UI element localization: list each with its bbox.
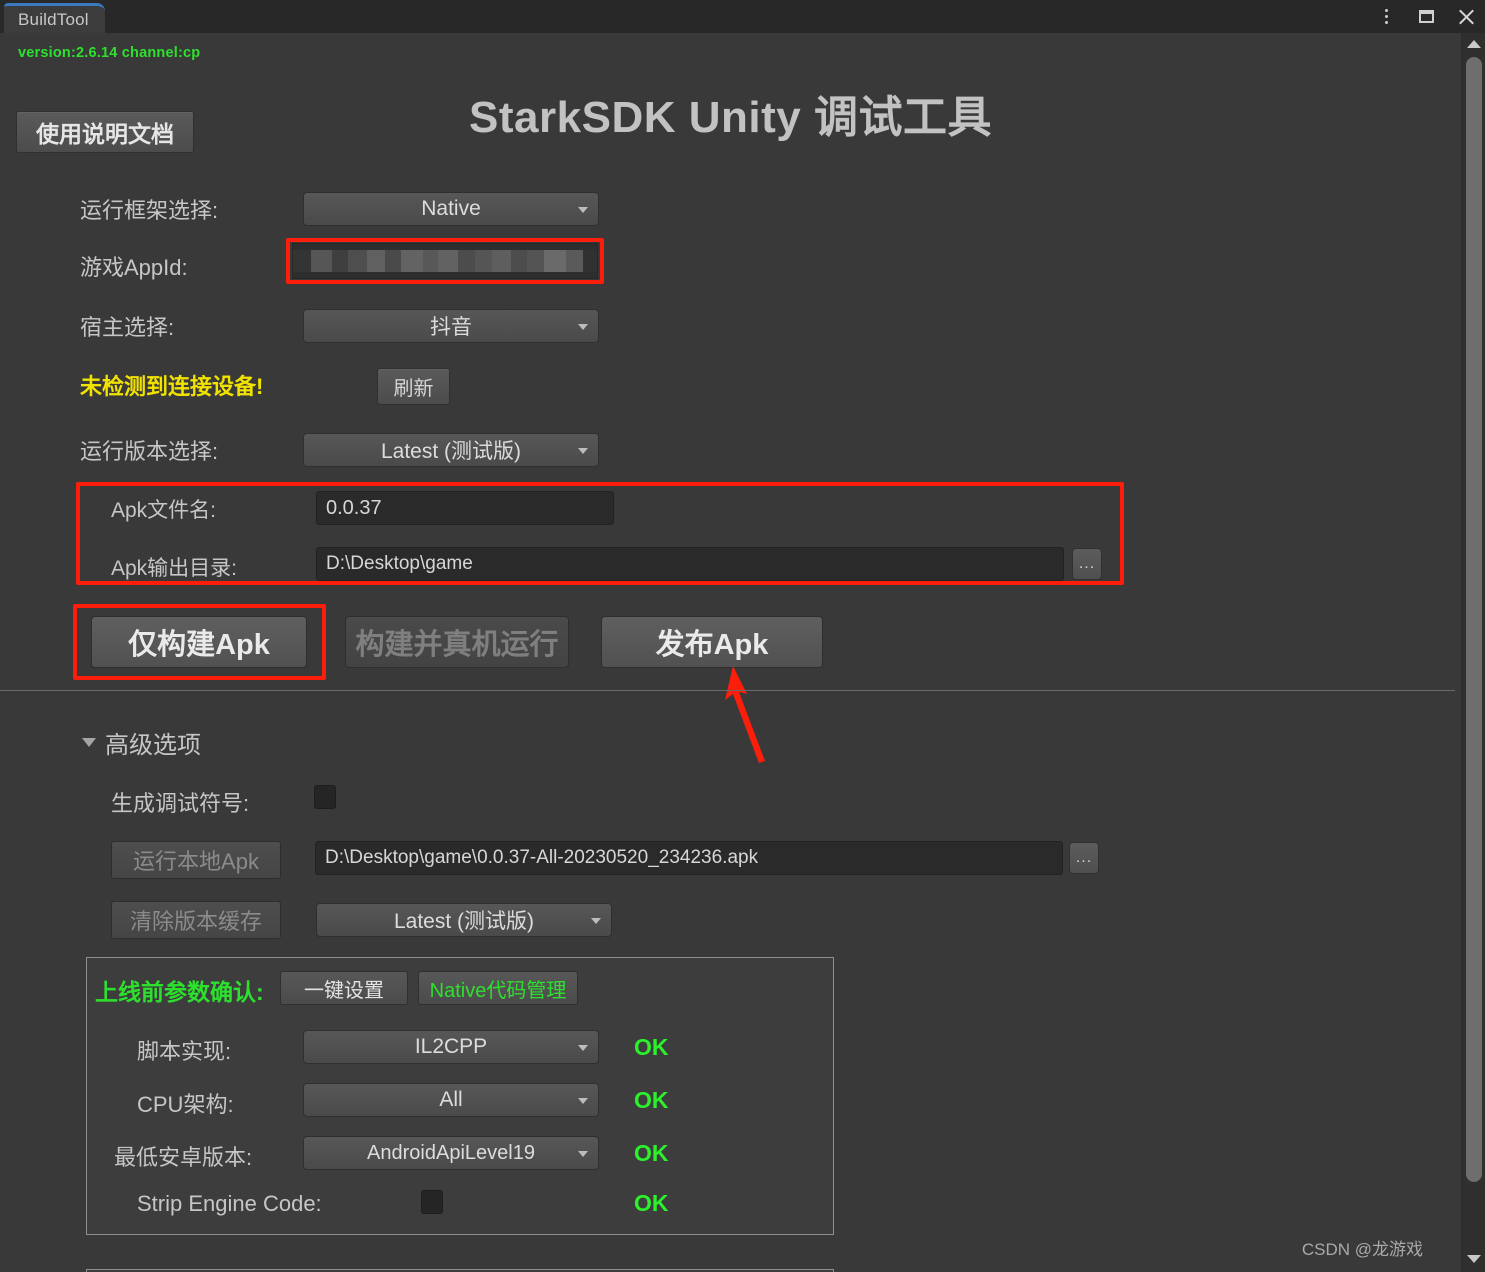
title-bar: BuildTool: [0, 0, 1485, 33]
min-android-version-status: OK: [634, 1140, 669, 1166]
run-local-apk-browse-button[interactable]: ...: [1069, 842, 1099, 874]
watermark: CSDN @龙游戏: [1301, 1240, 1423, 1259]
window-tab-buildtool[interactable]: BuildTool: [4, 3, 105, 33]
apk-output-input[interactable]: D:\Desktop\game: [316, 547, 1064, 581]
build-and-run-button: 构建并真机运行: [345, 616, 569, 668]
prelaunch-params-header: 上线前参数确认:: [95, 979, 264, 1005]
strip-engine-code-checkbox[interactable]: [421, 1190, 443, 1214]
window-tab-label: BuildTool: [18, 9, 89, 29]
script-backend-value: IL2CPP: [414, 1035, 488, 1058]
advanced-options-foldout[interactable]: 高级选项: [82, 725, 201, 760]
host-label: 宿主选择:: [80, 315, 175, 340]
publish-apk-button[interactable]: 发布Apk: [601, 616, 823, 668]
chevron-down-icon: [578, 1098, 588, 1104]
maximize-icon[interactable]: [1413, 4, 1439, 30]
section-divider: [0, 690, 1455, 691]
script-backend-label: 脚本实现:: [137, 1039, 232, 1064]
host-dropdown-value: 抖音: [430, 316, 472, 339]
device-warning: 未检测到连接设备!: [80, 374, 264, 399]
run-version-dropdown[interactable]: Latest (测试版): [303, 433, 599, 467]
run-version-dropdown-value: Latest (测试版): [380, 440, 522, 463]
cpu-arch-label: CPU架构:: [137, 1092, 234, 1117]
run-local-apk-button: 运行本地Apk: [111, 841, 281, 879]
version-info: version:2.6.14 channel:cp: [18, 45, 201, 61]
script-backend-status: OK: [634, 1034, 669, 1060]
clear-cache-version-dropdown[interactable]: Latest (测试版): [316, 903, 612, 937]
cpu-arch-dropdown[interactable]: All: [303, 1083, 599, 1117]
min-android-version-dropdown[interactable]: AndroidApiLevel19: [303, 1136, 599, 1170]
chevron-down-icon: [578, 207, 588, 213]
apk-output-browse-button[interactable]: ...: [1072, 548, 1102, 580]
debug-symbols-label: 生成调试符号:: [111, 791, 250, 816]
strip-engine-code-label: Strip Engine Code:: [137, 1191, 322, 1216]
host-dropdown[interactable]: 抖音: [303, 309, 599, 343]
scrollbar-thumb[interactable]: [1466, 57, 1482, 1182]
chevron-down-icon: [578, 448, 588, 454]
debug-symbols-checkbox[interactable]: [314, 785, 336, 809]
framework-dropdown-value: Native: [421, 197, 481, 220]
close-icon[interactable]: [1453, 4, 1479, 30]
strip-engine-code-status: OK: [634, 1190, 669, 1216]
chevron-down-icon: [591, 918, 601, 924]
chevron-down-icon: [578, 1151, 588, 1157]
min-android-version-label: 最低安卓版本:: [114, 1145, 253, 1170]
appid-label: 游戏AppId:: [80, 255, 188, 280]
run-version-label: 运行版本选择:: [80, 439, 219, 464]
content-area: version:2.6.14 channel:cp 使用说明文档 StarkSD…: [0, 33, 1461, 1272]
clear-cache-version-value: Latest (测试版): [393, 910, 535, 933]
clear-cache-button: 清除版本缓存: [111, 901, 281, 939]
apk-name-label: Apk文件名:: [111, 499, 217, 522]
build-tool-window: BuildTool version:2.6.14 channel:cp 使用说明…: [0, 0, 1485, 1272]
chevron-down-icon: [578, 324, 588, 330]
page-title: StarkSDK Unity 调试工具: [469, 93, 992, 142]
advanced-options-label: 高级选项: [105, 732, 201, 759]
scroll-up-icon[interactable]: [1462, 35, 1485, 53]
framework-dropdown[interactable]: Native: [303, 192, 599, 226]
window-controls: [1373, 0, 1479, 33]
cpu-arch-value: All: [439, 1088, 463, 1111]
chevron-down-icon: [578, 1045, 588, 1051]
apk-name-input[interactable]: 0.0.37: [316, 491, 614, 525]
apk-output-label: Apk输出目录:: [111, 557, 238, 580]
scroll-down-icon[interactable]: [1462, 1250, 1485, 1268]
run-local-apk-input[interactable]: D:\Desktop\game\0.0.37-All-20230520_2342…: [315, 841, 1063, 875]
native-code-manage-button[interactable]: Native代码管理: [418, 971, 578, 1005]
kebab-menu-icon[interactable]: [1373, 4, 1399, 30]
build-only-button[interactable]: 仅构建Apk: [91, 616, 307, 668]
chevron-down-icon: [82, 738, 96, 747]
cpu-arch-status: OK: [634, 1087, 669, 1113]
script-backend-dropdown[interactable]: IL2CPP: [303, 1030, 599, 1064]
framework-label: 运行框架选择:: [80, 198, 219, 223]
annotation-arrow-icon: [725, 666, 765, 763]
min-android-version-value: AndroidApiLevel19: [367, 1141, 535, 1164]
one-click-setup-button[interactable]: 一键设置: [280, 971, 408, 1005]
vertical-scrollbar[interactable]: [1461, 33, 1485, 1272]
refresh-button[interactable]: 刷新: [377, 368, 450, 405]
appid-input[interactable]: [292, 243, 598, 279]
